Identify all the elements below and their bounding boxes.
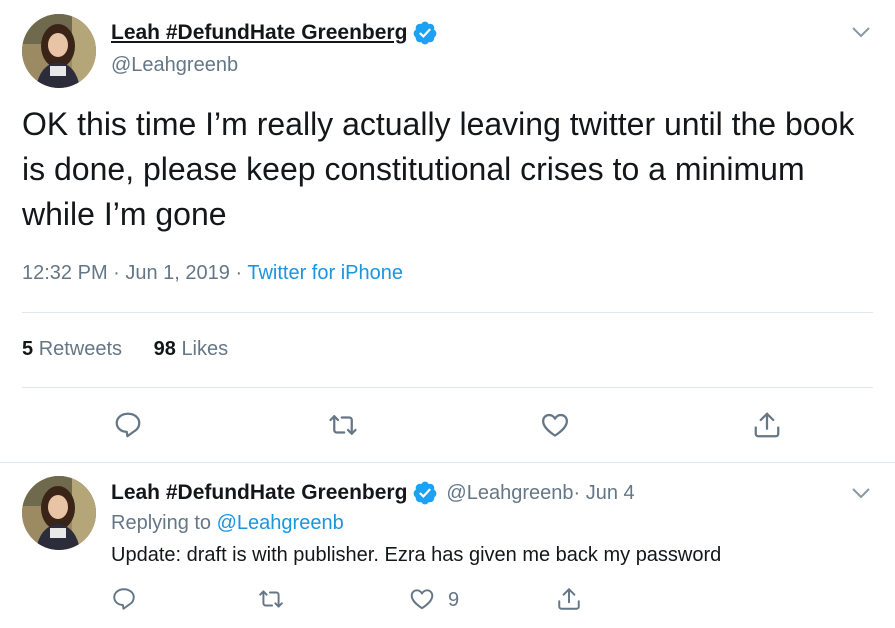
verified-badge-icon [412, 480, 438, 506]
reply-text: Update: draft is with publisher. Ezra ha… [111, 544, 722, 566]
likes-stat[interactable]: 98 Likes [154, 338, 229, 360]
replying-to-label: Replying to [111, 512, 217, 534]
reply-author-row: Leah #DefundHate Greenberg @Leahgreenb ·… [111, 480, 635, 506]
share-icon[interactable] [556, 586, 582, 612]
reply-date[interactable]: · Jun 4 [573, 482, 634, 505]
share-icon[interactable] [752, 410, 782, 440]
tweet-text: OK this time I’m really actually leaving… [22, 106, 855, 232]
retweets-label: Retweets [38, 338, 123, 360]
avatar[interactable] [22, 476, 96, 550]
author-name[interactable]: Leah #DefundHate Greenberg [111, 481, 407, 505]
retweets-stat[interactable]: 5 Retweets [22, 338, 122, 360]
tweet-meta: 12:32 PM · Jun 1, 2019 · Twitter for iPh… [22, 262, 403, 285]
replying-to-handle[interactable]: @Leahgreenb [217, 512, 344, 534]
engagement-stats: 5 Retweets 98 Likes [22, 338, 254, 361]
chevron-down-icon[interactable] [849, 20, 873, 44]
reply-icon[interactable] [113, 410, 143, 440]
reply-author-handle[interactable]: @Leahgreenb [446, 482, 573, 505]
author-name-row: Leah #DefundHate Greenberg [111, 20, 438, 46]
tweet-source-link[interactable]: Twitter for iPhone [247, 262, 403, 284]
likes-count: 98 [153, 338, 176, 360]
verified-badge-icon [412, 20, 438, 46]
reply-icon[interactable] [111, 586, 137, 612]
retweet-icon[interactable] [328, 410, 358, 440]
chevron-down-icon[interactable] [849, 481, 873, 505]
divider [22, 387, 873, 388]
tweet-timestamp[interactable]: 12:32 PM · Jun 1, 2019 [22, 262, 230, 284]
meta-separator: · [229, 262, 248, 284]
divider [22, 312, 873, 313]
likes-label: Likes [181, 338, 229, 360]
like-icon[interactable] [540, 410, 570, 440]
retweets-count: 5 [22, 338, 34, 360]
author-name[interactable]: Leah #DefundHate Greenberg [111, 21, 407, 45]
like-icon[interactable] [409, 586, 435, 612]
retweet-icon[interactable] [258, 586, 284, 612]
replying-to: Replying to @Leahgreenb [111, 512, 344, 535]
divider [0, 462, 895, 463]
reply-likes-count: 9 [448, 589, 460, 611]
author-handle[interactable]: @Leahgreenb [111, 54, 238, 77]
avatar[interactable] [22, 14, 96, 88]
